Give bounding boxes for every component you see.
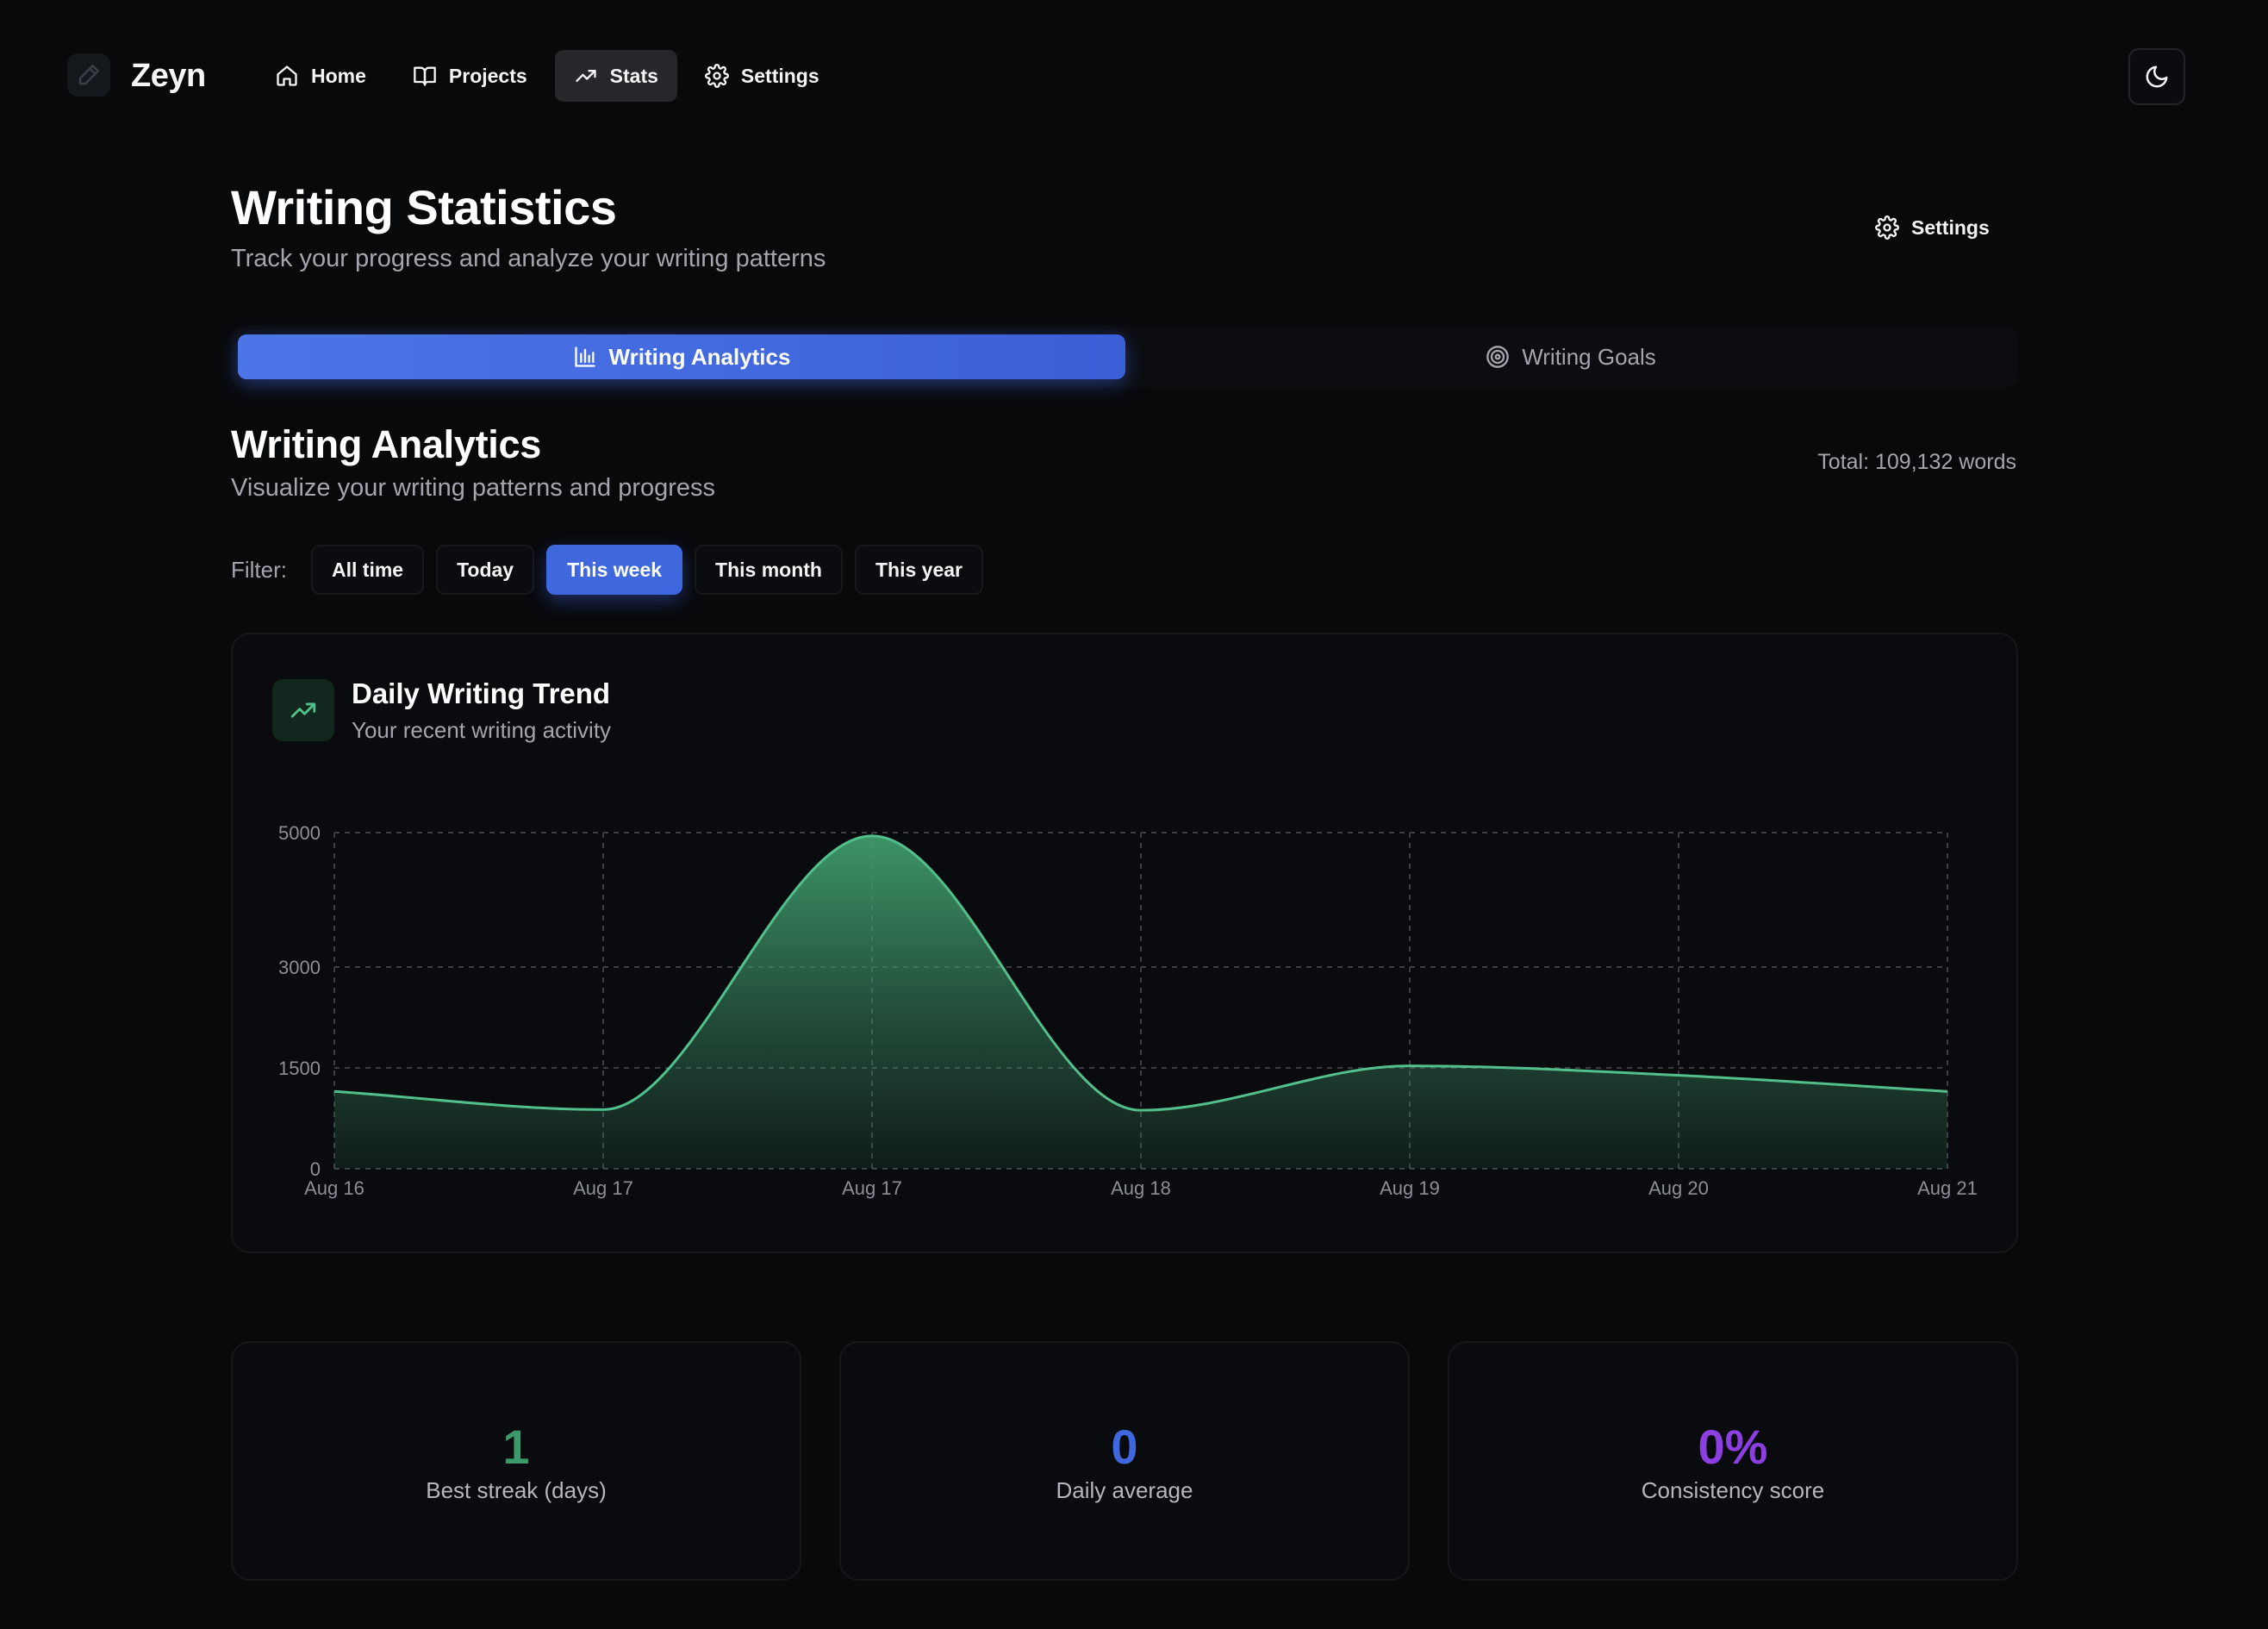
stat-card-best-streak: 1 Best streak (days) <box>231 1341 801 1581</box>
trend-card-subtitle: Your recent writing activity <box>352 717 612 743</box>
trend-card-title: Daily Writing Trend <box>352 677 611 709</box>
page-title: Writing Statistics <box>231 180 617 234</box>
filter-this-month[interactable]: This month <box>695 545 843 595</box>
nav-home[interactable]: Home <box>256 50 385 102</box>
x-tick-label: Aug 21 <box>1917 1177 1978 1199</box>
stats-settings-button[interactable]: Settings <box>1875 207 1990 248</box>
nav-stats[interactable]: Stats <box>554 50 677 102</box>
filter-this-year[interactable]: This year <box>854 545 983 595</box>
data-point <box>1945 1089 1950 1094</box>
filter-bar: Filter: All time Today This week This mo… <box>231 545 983 595</box>
page-subtitle: Track your progress and analyze your wri… <box>231 245 826 272</box>
gear-icon <box>704 64 729 88</box>
trend-card-icon <box>272 679 334 741</box>
filter-label: Filter: <box>231 556 287 583</box>
data-point <box>1138 1108 1143 1113</box>
x-tick-label: Aug 18 <box>1111 1177 1171 1199</box>
y-tick-label: 3000 <box>278 957 321 978</box>
filter-today[interactable]: Today <box>436 545 535 595</box>
x-tick-label: Aug 19 <box>1380 1177 1440 1199</box>
data-point <box>332 1089 337 1094</box>
best-streak-label: Best streak (days) <box>426 1477 607 1503</box>
book-icon <box>414 66 436 86</box>
section-title: Writing Analytics <box>231 422 541 466</box>
filter-this-week[interactable]: This week <box>546 545 683 595</box>
x-tick-label: Aug 17 <box>573 1177 633 1199</box>
y-tick-label: 1500 <box>278 1058 321 1079</box>
tab-writing-goals-label: Writing Goals <box>1522 343 1656 370</box>
stat-card-daily-average: 0 Daily average <box>839 1341 1410 1581</box>
nav-projects[interactable]: Projects <box>394 50 546 102</box>
moon-icon <box>2146 66 2168 88</box>
nav-settings-label: Settings <box>740 64 819 87</box>
top-navigation-bar: Zeyn Home Projects Stats Settings <box>0 0 2268 151</box>
tab-writing-analytics-label: Writing Analytics <box>608 343 791 370</box>
brand-name[interactable]: Zeyn <box>131 53 206 98</box>
nav-home-label: Home <box>311 64 366 87</box>
data-point <box>1676 1073 1681 1078</box>
bar-chart-icon <box>574 346 595 367</box>
gear-icon <box>1875 215 1899 240</box>
data-point <box>1407 1064 1412 1069</box>
daily-average-value: 0 <box>1111 1420 1138 1474</box>
data-point <box>869 833 875 839</box>
stats-tabs: Writing Analytics Writing Goals <box>231 326 2018 388</box>
data-point <box>601 1107 606 1112</box>
trending-up-icon <box>290 702 316 718</box>
logo-icon[interactable] <box>67 53 110 97</box>
target-icon <box>1486 346 1510 368</box>
consistency-label: Consistency score <box>1641 1477 1825 1503</box>
x-tick-label: Aug 17 <box>842 1177 902 1199</box>
main-nav: Home Projects Stats Settings <box>256 50 838 102</box>
nav-settings[interactable]: Settings <box>686 50 838 102</box>
x-tick-label: Aug 20 <box>1648 1177 1709 1199</box>
section-subtitle: Visualize your writing patterns and prog… <box>231 474 716 502</box>
best-streak-value: 1 <box>502 1420 530 1474</box>
daily-average-label: Daily average <box>1056 1477 1193 1503</box>
x-tick-label: Aug 16 <box>304 1177 364 1199</box>
theme-toggle-button[interactable] <box>2128 48 2185 105</box>
nav-projects-label: Projects <box>448 64 527 87</box>
nav-stats-label: Stats <box>609 64 658 87</box>
trending-up-icon <box>576 70 596 83</box>
consistency-value: 0% <box>1698 1420 1768 1474</box>
home-icon <box>277 66 297 86</box>
y-tick-label: 5000 <box>278 822 321 844</box>
filter-all-time[interactable]: All time <box>311 545 425 595</box>
total-words: Total: 109,132 words <box>1817 450 2016 474</box>
stat-card-consistency: 0% Consistency score <box>1448 1341 2018 1581</box>
tab-writing-goals[interactable]: Writing Goals <box>1127 334 2015 379</box>
tab-writing-analytics[interactable]: Writing Analytics <box>238 334 1125 379</box>
daily-writing-trend-card: 0 1500 3000 5000 Aug 16 Aug 17 Aug 17 Aug 18 Aug… <box>231 633 2018 1253</box>
stats-settings-label: Settings <box>1911 215 1990 239</box>
